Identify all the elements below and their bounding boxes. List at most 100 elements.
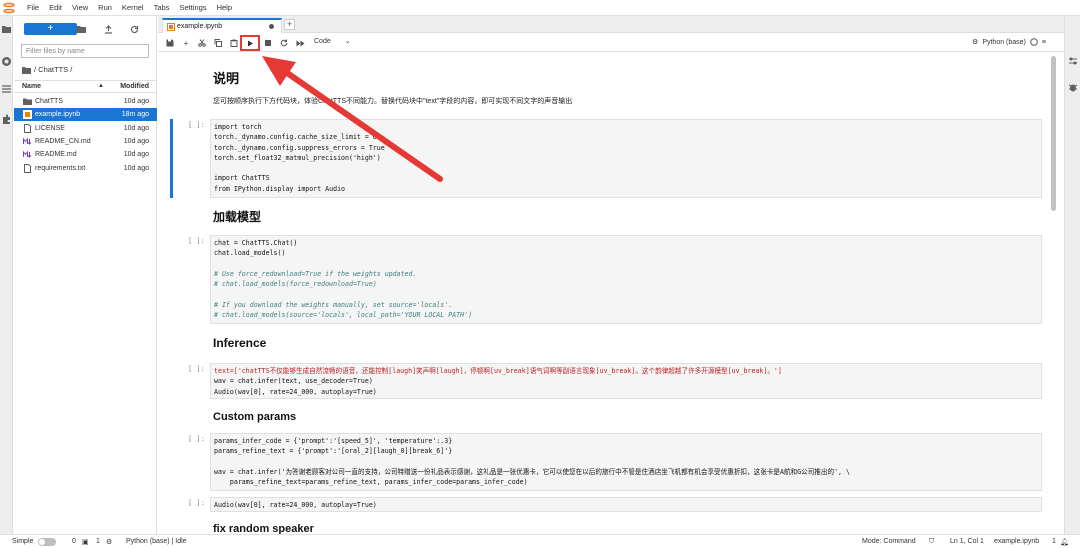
notebook-toolbar: + Code ⌄ ⚙ Python (base) ≡ xyxy=(158,34,1064,52)
bell-icon[interactable]: 🔔︎ xyxy=(1060,538,1069,546)
code-comment: # chat.load_models(force_redownload=True… xyxy=(214,280,377,289)
kernel-status[interactable]: Python (base) | Idle xyxy=(126,538,187,545)
notebook-icon xyxy=(167,23,175,31)
unsaved-dot-icon[interactable] xyxy=(269,24,274,29)
menu-run[interactable]: Run xyxy=(93,3,117,12)
status-bar: Simple 0 ▣ 1 ⚙ Python (base) | Idle Mode… xyxy=(0,534,1080,548)
stop-icon[interactable] xyxy=(262,37,274,49)
menu-icon[interactable]: ≡ xyxy=(1042,39,1046,46)
scrollbar[interactable] xyxy=(1051,56,1056,211)
jupyter-logo-icon xyxy=(2,1,16,15)
restart-icon[interactable] xyxy=(278,37,290,49)
folder-icon[interactable] xyxy=(1,24,12,35)
copy-icon[interactable] xyxy=(212,37,224,49)
status-filename: example.ipynb xyxy=(994,538,1040,545)
code-cell-1[interactable]: import torch torch._dynamo.config.cache_s… xyxy=(210,119,1042,198)
code-cell-4[interactable]: params_infer_code = {'prompt':'[speed_5]… xyxy=(210,433,1042,491)
file-icon xyxy=(24,124,31,133)
cut-icon[interactable] xyxy=(196,37,208,49)
file-name: LICENSE xyxy=(35,125,65,132)
folder-icon[interactable] xyxy=(22,66,31,74)
code-cell-2[interactable]: chat = ChatTTS.Chat() chat.load_models() … xyxy=(210,235,1042,324)
file-row[interactable]: README_CN.md 10d ago xyxy=(14,135,157,148)
menu-edit[interactable]: Edit xyxy=(44,3,67,12)
new-launcher-button[interactable]: + xyxy=(24,23,77,35)
file-modified: 18m ago xyxy=(121,111,149,118)
notebook-content: 说明 您可按顺序执行下方代码块，体验ChatTTS不同能力。替换代码块中"tex… xyxy=(158,53,1064,534)
code-cell-5[interactable]: Audio(wav[0], rate=24_000, autoplay=True… xyxy=(210,497,1042,512)
upload-icon[interactable] xyxy=(102,23,114,35)
code-line: import ChatTTS xyxy=(214,174,270,183)
heading-inference: Inference xyxy=(213,336,267,350)
code-line: params_refine_text=params_refine_text, p… xyxy=(214,478,528,487)
run-icon[interactable] xyxy=(244,37,256,49)
menu-settings[interactable]: Settings xyxy=(174,3,211,12)
file-row[interactable]: README.md 10d ago xyxy=(14,148,157,161)
file-row[interactable]: LICENSE 10d ago xyxy=(14,122,157,135)
table-of-contents-icon[interactable] xyxy=(1,84,12,95)
cell-prompt: [ ]: xyxy=(188,365,205,373)
code-line: params_refine_text = {'prompt':'[oral_2]… xyxy=(214,447,453,456)
running-icon[interactable] xyxy=(1,56,12,67)
file-modified: 10d ago xyxy=(123,165,149,172)
heading-intro: 说明 xyxy=(213,71,240,86)
menu-kernel[interactable]: Kernel xyxy=(117,3,149,12)
markdown-icon xyxy=(23,150,32,158)
cell-type-select[interactable]: Code ⌄ xyxy=(314,37,351,46)
code-line: text=['chatTTS不仅能够生成自然流畅的语音，还能控制[laugh]笑… xyxy=(214,367,782,375)
extensions-icon[interactable] xyxy=(1,114,12,125)
shield-icon: ⛉ xyxy=(929,538,935,545)
menu-tabs[interactable]: Tabs xyxy=(149,3,175,12)
breadcrumb-path[interactable]: / ChatTTS / xyxy=(34,65,72,74)
menu-help[interactable]: Help xyxy=(212,3,237,12)
code-line: torch.set_float32_matmul_precision('high… xyxy=(214,153,381,162)
cursor-position[interactable]: Ln 1, Col 1 xyxy=(950,538,984,545)
kernel-status-icon xyxy=(1030,38,1038,46)
filter-files-input[interactable]: Filter files by name xyxy=(21,44,149,58)
file-row[interactable]: ChatTTS 10d ago xyxy=(14,95,157,108)
file-modified: 10d ago xyxy=(123,98,149,105)
file-browser-toolbar: + xyxy=(14,20,157,38)
file-row[interactable]: requirements.txt 10d ago xyxy=(14,162,157,175)
file-name: requirements.txt xyxy=(35,165,86,172)
run-all-icon[interactable] xyxy=(294,37,306,49)
insert-cell-icon[interactable]: + xyxy=(180,37,192,49)
code-line: wav = chat.infer(text, use_decoder=True) xyxy=(214,377,373,386)
cell-prompt: [ ]: xyxy=(188,121,205,129)
menu-view[interactable]: View xyxy=(67,3,93,12)
save-icon[interactable] xyxy=(164,37,176,49)
menu-file[interactable]: File xyxy=(22,3,44,12)
code-line: wav = chat.infer('为答谢老顾客对公司一直的支持，公司特赠送一份… xyxy=(214,467,850,476)
column-modified[interactable]: Modified xyxy=(120,83,149,90)
file-name: README.md xyxy=(35,151,77,158)
refresh-icon[interactable] xyxy=(128,23,140,35)
file-modified: 10d ago xyxy=(123,151,149,158)
kernel-indicator[interactable]: ⚙ Python (base) ≡ xyxy=(972,38,1046,46)
code-line: import torch xyxy=(214,123,262,131)
file-row[interactable]: example.ipynb 18m ago xyxy=(14,108,157,121)
markdown-icon xyxy=(23,137,32,145)
file-icon xyxy=(24,164,31,173)
tab-example-notebook[interactable]: example.ipynb xyxy=(162,18,282,33)
debugger-icon[interactable] xyxy=(1068,82,1078,94)
heading-custom-params: Custom params xyxy=(213,411,297,423)
mode-indicator: Mode: Command xyxy=(862,538,916,545)
kernel-count[interactable]: 1 xyxy=(96,538,100,545)
new-folder-icon[interactable] xyxy=(75,23,87,35)
paste-icon[interactable] xyxy=(228,37,240,49)
kernel-label: Python (base) xyxy=(982,38,1026,46)
property-inspector-icon[interactable] xyxy=(1068,56,1078,68)
heading-load-model: 加载模型 xyxy=(213,210,262,224)
column-name[interactable]: Name xyxy=(22,83,41,90)
add-tab-button[interactable]: + xyxy=(284,19,295,30)
simple-mode-toggle[interactable] xyxy=(38,538,56,546)
cell-prompt: [ ]: xyxy=(188,435,205,443)
code-cell-3[interactable]: text=['chatTTS不仅能够生成自然流畅的语音，还能控制[laugh]笑… xyxy=(210,363,1042,399)
kernel-icon: ⚙ xyxy=(106,539,113,546)
code-line: chat.load_models() xyxy=(214,249,286,258)
notification-count[interactable]: 1 xyxy=(1052,538,1056,545)
terminal-count[interactable]: 0 xyxy=(72,538,76,545)
